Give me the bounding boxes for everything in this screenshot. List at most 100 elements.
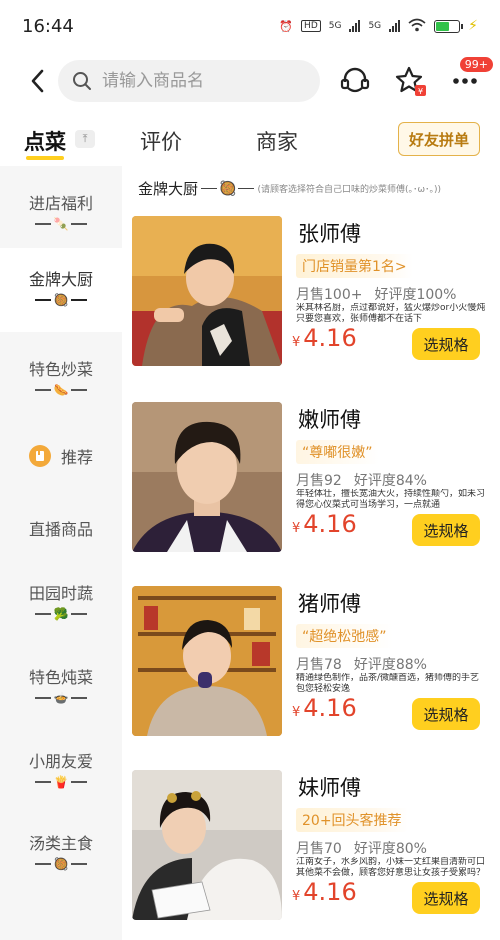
customer-service-icon bbox=[340, 67, 370, 93]
sausage-icon: 🌭 bbox=[53, 383, 69, 397]
chef-photo bbox=[132, 586, 282, 736]
signal-icon-2 bbox=[389, 20, 401, 32]
select-spec-button[interactable]: 选规格 bbox=[412, 698, 480, 730]
status-time: 16:44 bbox=[22, 15, 74, 37]
back-button[interactable] bbox=[22, 61, 52, 101]
tab-order[interactable]: 点菜 bbox=[24, 126, 66, 156]
chef-stats: 月售70 好评度80% bbox=[296, 838, 427, 858]
product-card[interactable]: 嫩师傅 “尊嘟很嫩” 月售92 好评度84% 年轻体壮，擅长宽油大火，持续性颠勺，… bbox=[132, 402, 490, 552]
tab-merchant[interactable]: 商家 bbox=[256, 126, 298, 156]
currency-symbol: ¥ bbox=[292, 521, 301, 536]
nav-bar: ¥ 99+ bbox=[0, 56, 500, 104]
sidebar-item-live[interactable]: 直播商品 bbox=[0, 516, 122, 540]
product-card[interactable]: 张师傅 门店销量第1名> 月售100+ 好评度100% 米其林名厨，点过都说好，猛… bbox=[132, 216, 490, 366]
sidebar-item-deco: 🥘 bbox=[34, 294, 88, 306]
status-icons: ⏰ HD 5G 5G ⚡ bbox=[279, 18, 478, 35]
product-card[interactable]: 猪师傅 “超绝松弛感” 月售78 好评度88% 精通绿色制作，品茶/微醺首选，猪师… bbox=[132, 586, 490, 736]
sidebar-item-label: 特色炖菜 bbox=[28, 668, 93, 687]
chef-tag: “尊嘟很嫩” bbox=[296, 440, 379, 464]
sidebar-item-soup-staple[interactable]: 汤类主食 🥘 bbox=[0, 830, 122, 870]
product-card[interactable]: 妹师傅 20+回头客推荐 月售70 好评度80% 江南女子，水乡风韵，小妹一丈红果… bbox=[132, 770, 490, 920]
chef-photo bbox=[132, 216, 282, 366]
recommend-icon bbox=[28, 445, 51, 467]
chef-name: 嫩师傅 bbox=[298, 408, 361, 432]
sidebar-item-label: 汤类主食 bbox=[28, 834, 93, 853]
sidebar-item-vegetables[interactable]: 田园时蔬 🥦 bbox=[0, 580, 122, 620]
chef-description: 年轻体壮，擅长宽油大火，持续性颠勺，如未习得您心仪菜式可当场学习，一点就通 bbox=[296, 489, 486, 510]
category-sidebar: 进店福利 🍡 金牌大厨 🥘 特色炒菜 🌭 推荐 直播商品 田园时蔬 🥦 特色炖菜… bbox=[0, 166, 122, 940]
product-list: 金牌大厨 🥘 (请顾客选择符合自己口味的炒菜师傅(｡･ω･｡)) 张师傅 门店销… bbox=[122, 166, 500, 940]
sidebar-item-deco: 🍟 bbox=[34, 775, 88, 789]
net2-label: 5G bbox=[368, 21, 382, 31]
section-title: 金牌大厨 bbox=[138, 180, 199, 198]
chef-tag[interactable]: 门店销量第1名> bbox=[296, 254, 413, 278]
monthly-sales: 月售100+ bbox=[296, 287, 363, 303]
currency-symbol: ¥ bbox=[292, 335, 301, 350]
sidebar-item-stew[interactable]: 特色炖菜 🍲 bbox=[0, 664, 122, 704]
section-header: 金牌大厨 🥘 (请顾客选择符合自己口味的炒菜师傅(｡･ω･｡)) bbox=[138, 178, 441, 199]
net1-label: 5G bbox=[328, 21, 342, 31]
chef-tag: 20+回头客推荐 bbox=[296, 808, 408, 832]
section-note: (请顾客选择符合自己口味的炒菜师傅(｡･ω･｡)) bbox=[257, 185, 442, 195]
price-value: 4.16 bbox=[303, 878, 357, 906]
price-value: 4.16 bbox=[303, 324, 357, 352]
chef-name: 妹师傅 bbox=[298, 776, 361, 800]
tab-reviews[interactable]: 评价 bbox=[140, 126, 182, 156]
sidebar-item-label: 推荐 bbox=[60, 448, 93, 467]
sidebar-item-label: 进店福利 bbox=[28, 194, 93, 213]
rating: 好评度88% bbox=[353, 657, 427, 673]
tab-active-indicator bbox=[26, 156, 64, 160]
pin-top-icon[interactable]: ⤒ bbox=[75, 130, 95, 148]
customer-service-button[interactable] bbox=[336, 62, 374, 100]
search-input[interactable] bbox=[102, 71, 302, 91]
sidebar-item-recommend[interactable]: 推荐 bbox=[0, 444, 122, 468]
currency-symbol: ¥ bbox=[292, 705, 301, 720]
sidebar-item-label: 田园时蔬 bbox=[28, 584, 93, 603]
signal-icon bbox=[349, 20, 361, 32]
sidebar-item-stir-fry[interactable]: 特色炒菜 🌭 bbox=[0, 356, 122, 396]
select-spec-button[interactable]: 选规格 bbox=[412, 882, 480, 914]
sidebar-item-label: 特色炒菜 bbox=[28, 360, 93, 379]
price: ¥ 4.16 bbox=[292, 878, 357, 906]
price-value: 4.16 bbox=[303, 694, 357, 722]
more-badge: 99+ bbox=[458, 56, 494, 73]
sidebar-item-label: 直播商品 bbox=[28, 520, 93, 539]
battery-icon bbox=[434, 19, 464, 33]
more-button[interactable]: 99+ bbox=[446, 56, 494, 100]
favorite-button[interactable]: ¥ bbox=[392, 62, 430, 100]
select-spec-button[interactable]: 选规格 bbox=[412, 328, 480, 360]
monthly-sales: 月售70 bbox=[296, 841, 342, 857]
search-box[interactable] bbox=[58, 60, 320, 102]
price: ¥ 4.16 bbox=[292, 324, 357, 352]
sidebar-item-deco: 🍡 bbox=[34, 217, 88, 231]
chef-tag: “超绝松弛感” bbox=[296, 624, 393, 648]
dish-icon: 🥘 bbox=[53, 857, 69, 871]
select-spec-button[interactable]: 选规格 bbox=[412, 514, 480, 546]
skewer-icon: 🍡 bbox=[53, 217, 69, 231]
fries-icon: 🍟 bbox=[53, 775, 69, 789]
chef-name: 张师傅 bbox=[298, 222, 361, 246]
chef-description: 精通绿色制作，品茶/微醺首选，猪师傅的手艺包您轻松安逸 bbox=[296, 673, 480, 694]
currency-symbol: ¥ bbox=[292, 889, 301, 904]
price: ¥ 4.16 bbox=[292, 694, 357, 722]
sidebar-item-kids[interactable]: 小朋友爱 🍟 bbox=[0, 748, 122, 788]
monthly-sales: 月售78 bbox=[296, 657, 342, 673]
price-value: 4.16 bbox=[303, 510, 357, 538]
chef-stats: 月售78 好评度88% bbox=[296, 654, 427, 674]
chef-description: 江南女子，水乡风韵，小妹一丈红果自清新可口其他菜不会做，顾客您好意思让女孩子受累… bbox=[296, 857, 486, 878]
more-icon bbox=[453, 78, 477, 84]
sidebar-item-deco: 🥦 bbox=[34, 607, 88, 621]
broccoli-icon: 🥦 bbox=[53, 607, 69, 621]
charging-icon: ⚡ bbox=[468, 18, 478, 34]
sidebar-item-label: 小朋友爱 bbox=[28, 752, 93, 771]
monthly-sales: 月售92 bbox=[296, 473, 342, 489]
section-deco: 🥘 bbox=[201, 181, 255, 197]
chef-stats: 月售92 好评度84% bbox=[296, 470, 427, 490]
sidebar-item-gold-chef[interactable]: 金牌大厨 🥘 bbox=[0, 248, 122, 332]
pot-icon: 🍲 bbox=[53, 691, 69, 705]
sidebar-item-label: 金牌大厨 bbox=[28, 270, 93, 289]
search-icon bbox=[73, 72, 91, 90]
rating: 好评度100% bbox=[374, 287, 457, 303]
sidebar-item-welfare[interactable]: 进店福利 🍡 bbox=[0, 190, 122, 230]
group-order-button[interactable]: 好友拼单 bbox=[398, 122, 480, 156]
